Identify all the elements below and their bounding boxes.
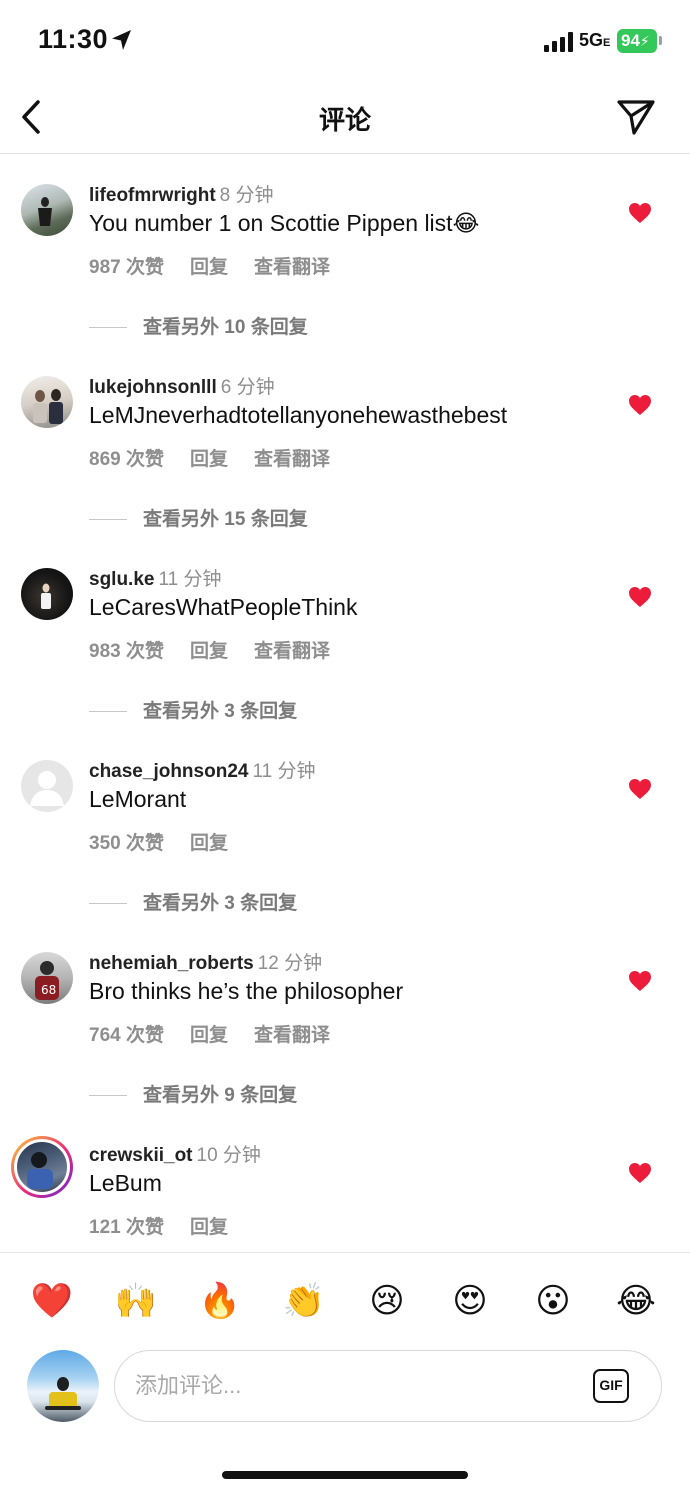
- avatar: [14, 1139, 70, 1195]
- like-count[interactable]: 350 次赞: [89, 833, 164, 854]
- comment-username[interactable]: sglu.ke: [89, 569, 154, 590]
- my-avatar: [27, 1350, 99, 1422]
- comment-item: sglu.ke 11 分钟 LeCaresWhatPeopleThink 983 …: [0, 568, 690, 722]
- like-count[interactable]: 764 次赞: [89, 1025, 164, 1046]
- comment-meta: chase_johnson24 11 分钟: [89, 756, 315, 783]
- view-more-replies[interactable]: 查看另外 3 条回复: [89, 888, 297, 915]
- comment-meta: sglu.ke 11 分钟: [89, 564, 222, 591]
- gif-icon[interactable]: GIF: [593, 1369, 629, 1403]
- comment-time: 11 分钟: [158, 569, 222, 590]
- page-title: 评论: [318, 105, 371, 135]
- battery-tip: [659, 36, 662, 45]
- reply-button[interactable]: 回复: [190, 449, 228, 470]
- comment-time: 12 分钟: [257, 953, 323, 974]
- comment-time: 8 分钟: [219, 185, 274, 206]
- emoji-raising-hands[interactable]: 🙌: [114, 1279, 158, 1323]
- comment-time: 10 分钟: [196, 1145, 261, 1166]
- like-count[interactable]: 987 次赞: [89, 257, 164, 278]
- comment-username[interactable]: lukejohnsonlll: [89, 377, 217, 398]
- avatar[interactable]: 68: [21, 952, 73, 1004]
- emoji-tears-of-joy[interactable]: 😂: [614, 1279, 658, 1323]
- see-translation-button[interactable]: 查看翻译: [254, 1025, 330, 1046]
- comment-username[interactable]: chase_johnson24: [89, 761, 248, 782]
- view-more-replies[interactable]: 查看另外 9 条回复: [89, 1080, 297, 1107]
- comment-actions: 350 次赞 回复: [89, 828, 254, 855]
- see-translation-button[interactable]: 查看翻译: [254, 449, 330, 470]
- comment-text: You number 1 on Scottie Pippen list😂: [89, 210, 480, 236]
- avatar-placeholder[interactable]: [21, 760, 73, 812]
- comment-username[interactable]: lifeofmrwright: [89, 185, 216, 206]
- emoji-surprised[interactable]: 😮: [531, 1279, 575, 1323]
- see-translation-button[interactable]: 查看翻译: [254, 257, 330, 278]
- home-indicator: [222, 1471, 468, 1479]
- location-arrow-icon: [112, 30, 131, 50]
- header: 评论: [0, 80, 690, 154]
- avatar[interactable]: [21, 568, 73, 620]
- comment-meta: lifeofmrwright 8 分钟: [89, 180, 274, 207]
- emoji-heart-eyes[interactable]: 😍: [448, 1279, 492, 1323]
- emoji-fire[interactable]: 🔥: [198, 1279, 242, 1323]
- comment-item: lukejohnsonlll 6 分钟 LeMJneverhadtotellany…: [0, 376, 690, 530]
- comment-item: crewskii_ot 10 分钟 LeBum 121 次赞 回复: [0, 1136, 690, 1264]
- comment-text: LeCaresWhatPeopleThink: [89, 594, 358, 620]
- battery-indicator: 94⚡: [617, 29, 657, 53]
- view-more-replies[interactable]: 查看另外 15 条回复: [89, 504, 308, 531]
- svg-text:68: 68: [41, 983, 56, 997]
- reply-button[interactable]: 回复: [190, 1217, 228, 1238]
- heart-icon[interactable]: [628, 586, 652, 608]
- comment-item: lifeofmrwright 8 分钟 You number 1 on Scott…: [0, 184, 690, 338]
- emoji-crying[interactable]: 😢: [365, 1279, 409, 1323]
- comment-input-container: GIF: [114, 1350, 662, 1422]
- heart-icon[interactable]: [628, 394, 652, 416]
- network-label: 5GE: [579, 30, 611, 50]
- emoji-heart[interactable]: ❤️: [30, 1279, 74, 1323]
- avatar[interactable]: [21, 376, 73, 428]
- comment-text: LeMorant: [89, 786, 187, 812]
- comment-actions: 987 次赞 回复 查看翻译: [89, 252, 356, 279]
- comment-actions: 121 次赞 回复: [89, 1212, 254, 1239]
- comment-meta: crewskii_ot 10 分钟: [89, 1140, 261, 1167]
- comment-item: chase_johnson24 11 分钟 LeMorant 350 次赞 回复 查…: [0, 760, 690, 914]
- heart-icon[interactable]: [628, 778, 652, 800]
- send-icon[interactable]: [616, 98, 656, 136]
- comment-username[interactable]: nehemiah_roberts: [89, 953, 254, 974]
- comment-text: Bro thinks he’s the philosopher: [89, 978, 404, 1004]
- comment-time: 6 分钟: [220, 377, 275, 398]
- comment-actions: 764 次赞 回复 查看翻译: [89, 1020, 356, 1047]
- view-more-replies[interactable]: 查看另外 3 条回复: [89, 696, 297, 723]
- emoji-clapping[interactable]: 👏: [282, 1279, 326, 1323]
- like-count[interactable]: 869 次赞: [89, 449, 164, 470]
- signal-icon: [544, 32, 573, 52]
- comment-text: LeBum: [89, 1170, 162, 1196]
- comment-time: 11 分钟: [252, 761, 316, 782]
- reply-button[interactable]: 回复: [190, 1025, 228, 1046]
- reply-button[interactable]: 回复: [190, 257, 228, 278]
- comment-actions: 869 次赞 回复 查看翻译: [89, 444, 356, 471]
- comment-actions: 983 次赞 回复 查看翻译: [89, 636, 356, 663]
- reply-button[interactable]: 回复: [190, 833, 228, 854]
- status-time: 11:30: [38, 24, 109, 54]
- comment-input[interactable]: [135, 1367, 555, 1405]
- heart-icon[interactable]: [628, 1162, 652, 1184]
- like-count[interactable]: 983 次赞: [89, 641, 164, 662]
- heart-icon[interactable]: [628, 970, 652, 992]
- comment-username[interactable]: crewskii_ot: [89, 1145, 193, 1166]
- status-bar: 11:30 5GE 94⚡: [0, 0, 690, 80]
- view-more-replies[interactable]: 查看另外 10 条回复: [89, 312, 308, 339]
- like-count[interactable]: 121 次赞: [89, 1217, 164, 1238]
- comment-meta: lukejohnsonlll 6 分钟: [89, 372, 275, 399]
- comment-text: LeMJneverhadtotellanyonehewasthebest: [89, 402, 508, 428]
- avatar[interactable]: [21, 184, 73, 236]
- heart-icon[interactable]: [628, 202, 652, 224]
- emoji-reaction-bar: ❤️ 🙌 🔥 👏 😢 😍 😮 😂: [0, 1252, 690, 1346]
- see-translation-button[interactable]: 查看翻译: [254, 641, 330, 662]
- reply-button[interactable]: 回复: [190, 641, 228, 662]
- comment-meta: nehemiah_roberts 12 分钟: [89, 948, 322, 975]
- comment-item: 68 nehemiah_roberts 12 分钟 Bro thinks he’s…: [0, 952, 690, 1106]
- avatar-story-ring[interactable]: [11, 1136, 73, 1198]
